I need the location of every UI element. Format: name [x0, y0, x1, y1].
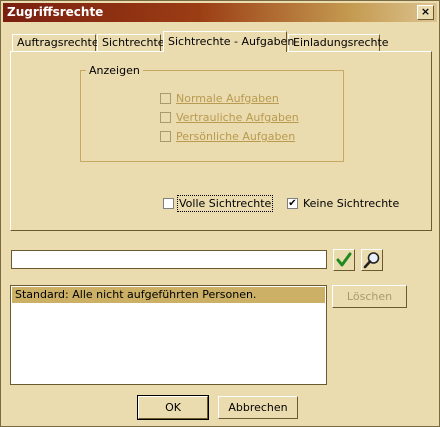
checkbox-vertrauliche-aufgaben[interactable]: Vertrauliche Aufgaben — [160, 111, 299, 125]
checkbox-box[interactable] — [160, 130, 171, 142]
checkbox-label: Vertrauliche Aufgaben — [176, 111, 299, 124]
tab-label: Einladungsrechte — [293, 36, 389, 49]
ok-button[interactable]: OK — [137, 395, 209, 420]
window-title: Zugriffsrechte — [7, 5, 104, 19]
check-icon: ✔ — [288, 197, 297, 209]
checkbox-label: Volle Sichtrechte — [176, 195, 274, 212]
cancel-button[interactable]: Abbrechen — [218, 396, 298, 419]
checkbox-normale-aufgaben[interactable]: Normale Aufgaben — [160, 92, 279, 106]
close-icon: × — [420, 5, 431, 18]
title-bar[interactable]: Zugriffsrechte × — [3, 3, 437, 22]
tab-label: Sichtrechte — [102, 36, 165, 49]
anzeigen-legend: Anzeigen — [86, 64, 143, 77]
persons-list[interactable]: Standard: Alle nicht aufgeführten Person… — [10, 285, 327, 385]
dialog-window: Zugriffsrechte × Auftragsrechte Sichtrec… — [0, 0, 440, 427]
checkbox-volle-sichtrechte[interactable]: Volle Sichtrechte — [163, 195, 274, 212]
checkbox-label: Persönliche Aufgaben — [176, 130, 296, 143]
tab-label: Sichtrechte - Aufgaben — [168, 35, 295, 48]
tab-sichtrechte[interactable]: Sichtrechte — [97, 34, 165, 51]
checkbox-label: Keine Sichtrechte — [303, 197, 400, 210]
search-input[interactable] — [11, 250, 327, 269]
search-button[interactable] — [361, 249, 383, 271]
checkbox-persoenliche-aufgaben[interactable]: Persönliche Aufgaben — [160, 130, 295, 144]
delete-button[interactable]: Löschen — [332, 285, 407, 308]
magnifier-icon — [363, 252, 380, 269]
tab-einladungsrechte[interactable]: Einladungsrechte — [288, 34, 389, 51]
tab-auftragsrechte[interactable]: Auftragsrechte — [12, 34, 99, 51]
list-item[interactable]: Standard: Alle nicht aufgeführten Person… — [12, 287, 325, 303]
tab-sichtrechte-aufgaben[interactable]: Sichtrechte - Aufgaben — [163, 31, 294, 52]
tab-label: Auftragsrechte — [17, 36, 99, 49]
close-button[interactable]: × — [417, 5, 434, 20]
checkbox-box[interactable] — [163, 197, 174, 209]
check-icon — [336, 252, 352, 267]
checkbox-box[interactable] — [160, 111, 171, 123]
checkbox-box[interactable]: ✔ — [287, 197, 298, 209]
checkbox-keine-sichtrechte[interactable]: ✔ Keine Sichtrechte — [287, 197, 399, 211]
checkbox-label: Normale Aufgaben — [176, 92, 279, 105]
confirm-button[interactable] — [333, 249, 355, 271]
checkbox-box[interactable] — [160, 92, 171, 104]
